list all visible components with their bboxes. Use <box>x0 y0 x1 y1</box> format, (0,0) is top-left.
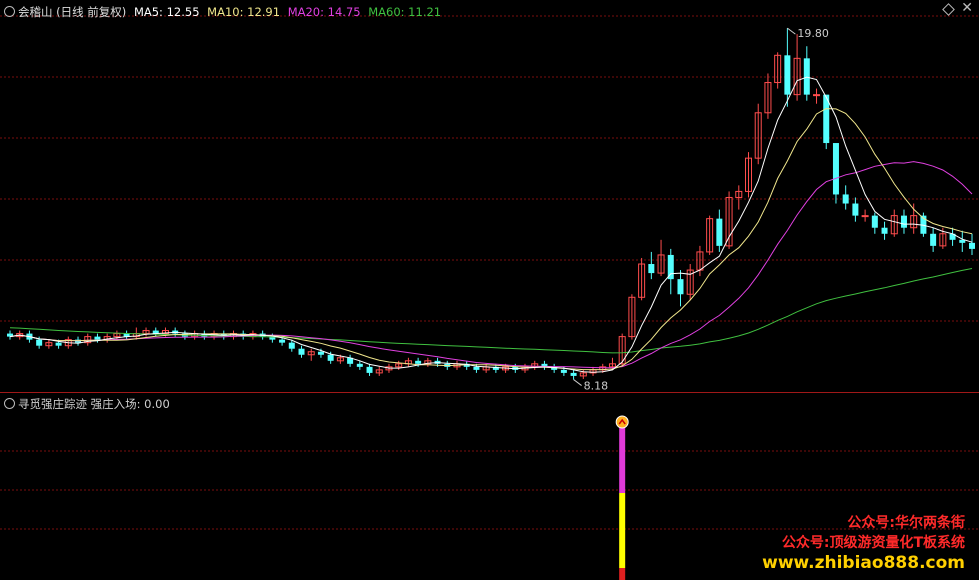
candle-body-up <box>861 215 869 218</box>
ma60-line <box>9 268 973 354</box>
candle-body-down <box>842 194 849 204</box>
candle-body-down <box>852 203 859 216</box>
candle-body-down <box>366 366 373 373</box>
high-pointer <box>787 27 796 35</box>
candle-body-down <box>36 339 43 346</box>
candle-body-down <box>298 348 305 355</box>
candle-body-up <box>813 94 821 97</box>
indicator-name: 寻觅强庄踪迹 <box>18 397 87 411</box>
chart-legend: 会稽山 (日线 前复权) MA5: 12.55 MA10: 12.91 MA20… <box>4 4 445 20</box>
signal-bar <box>615 415 629 580</box>
candle-body-down <box>881 227 888 234</box>
close-icon[interactable]: ✕ <box>961 0 973 16</box>
stock-title: 会稽山 (日线 前复权) <box>18 5 127 19</box>
candlestick-chart[interactable]: 19.80 8.18 <box>0 0 979 392</box>
legend-toggle-icon[interactable] <box>4 6 15 17</box>
candle-body-down <box>55 342 62 346</box>
watermark-line2: 公众号:顶级游资量化T板系统 <box>781 535 965 551</box>
candle-body-down <box>570 372 577 376</box>
candle-body-down <box>473 366 480 370</box>
watermark-line3: www.zhibiao888.com <box>762 553 965 573</box>
candle-body-down <box>356 363 363 367</box>
indicator-legend: 寻觅强庄踪迹 强庄入场: 0.00 <box>4 396 170 412</box>
candle-body-down <box>969 242 975 249</box>
indicator-value: 强庄入场: 0.00 <box>90 397 170 411</box>
signal-bar-yellow <box>619 493 626 568</box>
indicator-toggle-icon[interactable] <box>4 398 15 409</box>
signal-bar-red <box>619 568 626 580</box>
candle-body-down <box>900 215 907 228</box>
ma60-label: MA60: 11.21 <box>368 5 442 19</box>
candle-body-down <box>648 264 655 274</box>
ma10-label: MA10: 12.91 <box>207 5 281 19</box>
candle-body-down <box>832 143 839 195</box>
ma5-label: MA5: 12.55 <box>133 5 200 19</box>
candle-body-down <box>317 351 324 355</box>
low-price-label: 8.18 <box>584 380 609 392</box>
candle-body-down <box>871 215 878 228</box>
high-price-label: 19.80 <box>797 27 829 40</box>
candle-body-down <box>94 336 101 340</box>
candle-body-down <box>560 369 567 373</box>
ma20-label: MA20: 14.75 <box>287 5 361 19</box>
signal-marker-icon <box>615 415 629 429</box>
watermark-line1: 公众号:华尔两条街 <box>847 515 965 531</box>
candle-body-down <box>415 360 422 364</box>
signal-bar-magenta <box>619 423 626 493</box>
candle-body-down <box>930 233 937 246</box>
main-chart-panel[interactable]: 19.80 8.18 会稽山 (日线 前复权) MA5: 12.55 MA10: … <box>0 0 979 392</box>
candle-body-down <box>803 58 810 95</box>
candle-body-down <box>327 354 334 361</box>
candle-body-down <box>677 279 684 295</box>
candle-body-down <box>716 218 723 246</box>
ma10-line <box>9 108 973 371</box>
candle-body-down <box>784 55 791 95</box>
candle-body-down <box>279 339 286 343</box>
low-pointer <box>573 379 582 386</box>
candle-body-down <box>288 342 295 349</box>
